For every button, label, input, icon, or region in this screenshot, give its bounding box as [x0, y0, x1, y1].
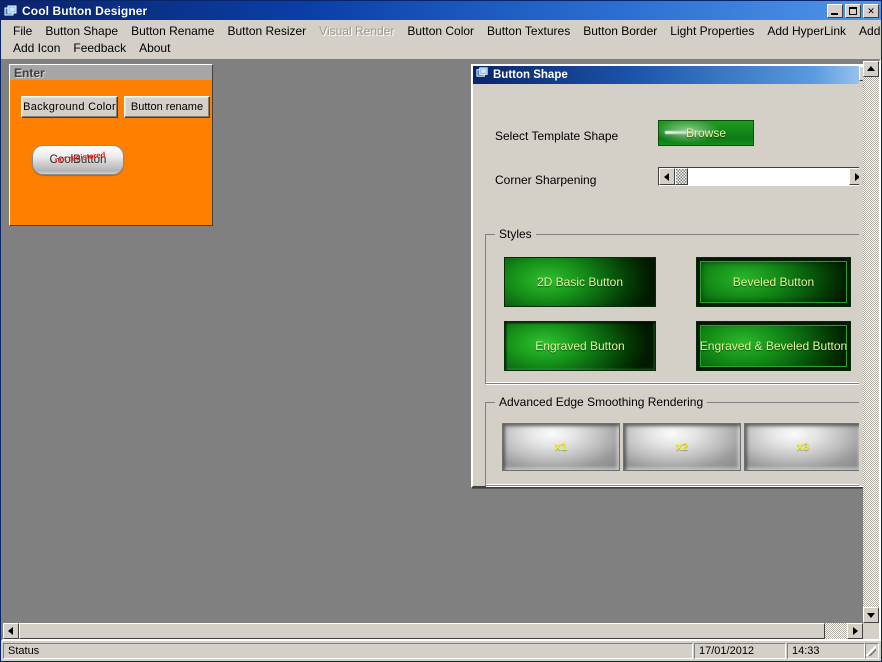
menu-item-button-border[interactable]: Button Border: [577, 23, 664, 39]
menu-item-add-icon[interactable]: Add Icon: [7, 40, 67, 56]
mdi-horizontal-scroll-track[interactable]: [825, 623, 847, 639]
menu-item-button-shape[interactable]: Button Shape: [39, 23, 125, 39]
slider-thumb[interactable]: [675, 168, 688, 185]
mdi-scroll-left-arrow-icon[interactable]: [3, 623, 19, 639]
browse-button-label: Browse: [685, 126, 726, 140]
menu-item-add-hyperlink[interactable]: Add HyperLink: [761, 23, 853, 39]
shape-window-icon: [476, 66, 489, 84]
advanced-edge-smoothing-title: Advanced Edge Smoothing Rendering: [495, 395, 708, 409]
menu-item-light-properties[interactable]: Light Properties: [664, 23, 761, 39]
slider-track[interactable]: [688, 168, 849, 185]
button-rename-button[interactable]: Button rename: [124, 96, 210, 118]
menu-item-button-color[interactable]: Button Color: [401, 23, 481, 39]
mdi-horizontal-scroll-thumb[interactable]: [19, 623, 825, 639]
status-time: 14:33: [787, 643, 865, 659]
enter-panel-header: Enter: [10, 65, 212, 81]
menu-item-file[interactable]: File: [7, 23, 39, 39]
button-shape-title-bar[interactable]: Button Shape: [473, 66, 863, 84]
menu-row-secondary: Add Icon Feedback About: [7, 39, 877, 56]
select-template-shape-label: Select Template Shape: [495, 129, 619, 143]
styles-group-title: Styles: [495, 227, 536, 241]
menu-item-visual-render: Visual Render: [319, 23, 395, 38]
resize-grip-icon[interactable]: [865, 643, 879, 659]
menu-item-feedback[interactable]: Feedback: [67, 40, 133, 56]
mdi-scroll-down-arrow-icon[interactable]: [863, 607, 879, 623]
edge-smoothing-x3-button[interactable]: x3: [744, 423, 862, 471]
scrollbar-corner: [863, 623, 879, 639]
status-text: Status: [3, 643, 693, 659]
cool-button-preview[interactable]: CoolButton not registered: [32, 145, 124, 175]
style-button-engraved-beveled[interactable]: Engraved & Beveled Button: [696, 321, 851, 371]
status-bar: Status 17/01/2012 14:33: [1, 641, 881, 661]
window-title: Cool Button Designer: [22, 3, 148, 18]
button-shape-window: Button Shape Select Template Shape Brows…: [471, 64, 863, 488]
menu-item-add-text[interactable]: Add Text: [853, 23, 882, 39]
window-controls: ✕: [827, 3, 879, 18]
mdi-vertical-scrollbar[interactable]: [863, 61, 879, 623]
menu-row-primary: File Button Shape Button Rename Button Resi…: [7, 22, 882, 39]
button-shape-title: Button Shape: [493, 69, 568, 81]
title-bar[interactable]: Cool Button Designer ✕: [1, 1, 881, 20]
slider-left-arrow-icon[interactable]: [659, 168, 675, 185]
close-button[interactable]: ✕: [863, 3, 879, 18]
close-icon: ✕: [867, 5, 875, 16]
menu-item-button-textures[interactable]: Button Textures: [481, 23, 577, 39]
style-button-2d-basic[interactable]: 2D Basic Button: [504, 257, 656, 307]
mdi-area: Enter Background Color Button rename Coo…: [1, 59, 881, 641]
browse-button[interactable]: Browse: [658, 120, 754, 146]
mdi-scroll-right-arrow-icon[interactable]: [847, 623, 863, 639]
styles-group: Styles 2D Basic Button Beveled Button En…: [485, 227, 863, 384]
application-window: Cool Button Designer ✕ File Button Shape B…: [0, 0, 882, 662]
maximize-button[interactable]: [845, 3, 861, 18]
button-shape-body: Select Template Shape Browse Corner Shar…: [473, 84, 863, 486]
style-button-engraved[interactable]: Engraved Button: [504, 321, 656, 371]
mdi-client: Enter Background Color Button rename Coo…: [3, 61, 863, 623]
edge-smoothing-x2-button[interactable]: x2: [623, 423, 741, 471]
menu-bar: File Button Shape Button Rename Button Resi…: [1, 20, 882, 59]
background-color-button[interactable]: Background Color: [21, 96, 118, 118]
menu-item-about[interactable]: About: [133, 40, 177, 56]
advanced-edge-smoothing-group: Advanced Edge Smoothing Rendering x1 x2 …: [485, 395, 863, 486]
enter-panel: Enter Background Color Button rename Coo…: [9, 64, 213, 226]
corner-sharpening-slider[interactable]: [658, 167, 863, 186]
menu-item-button-resizer[interactable]: Button Resizer: [221, 23, 313, 39]
menu-item-button-rename[interactable]: Button Rename: [125, 23, 221, 39]
minimize-button[interactable]: [827, 3, 843, 18]
app-icon: [4, 4, 18, 18]
status-date: 17/01/2012: [694, 643, 786, 659]
mdi-scroll-up-arrow-icon[interactable]: [863, 61, 879, 77]
mdi-horizontal-scrollbar[interactable]: [3, 623, 863, 639]
enter-panel-title: Enter: [14, 65, 45, 80]
edge-smoothing-x1-button[interactable]: x1: [502, 423, 620, 471]
corner-sharpening-label: Corner Sharpening: [495, 173, 597, 187]
style-button-beveled[interactable]: Beveled Button: [696, 257, 851, 307]
